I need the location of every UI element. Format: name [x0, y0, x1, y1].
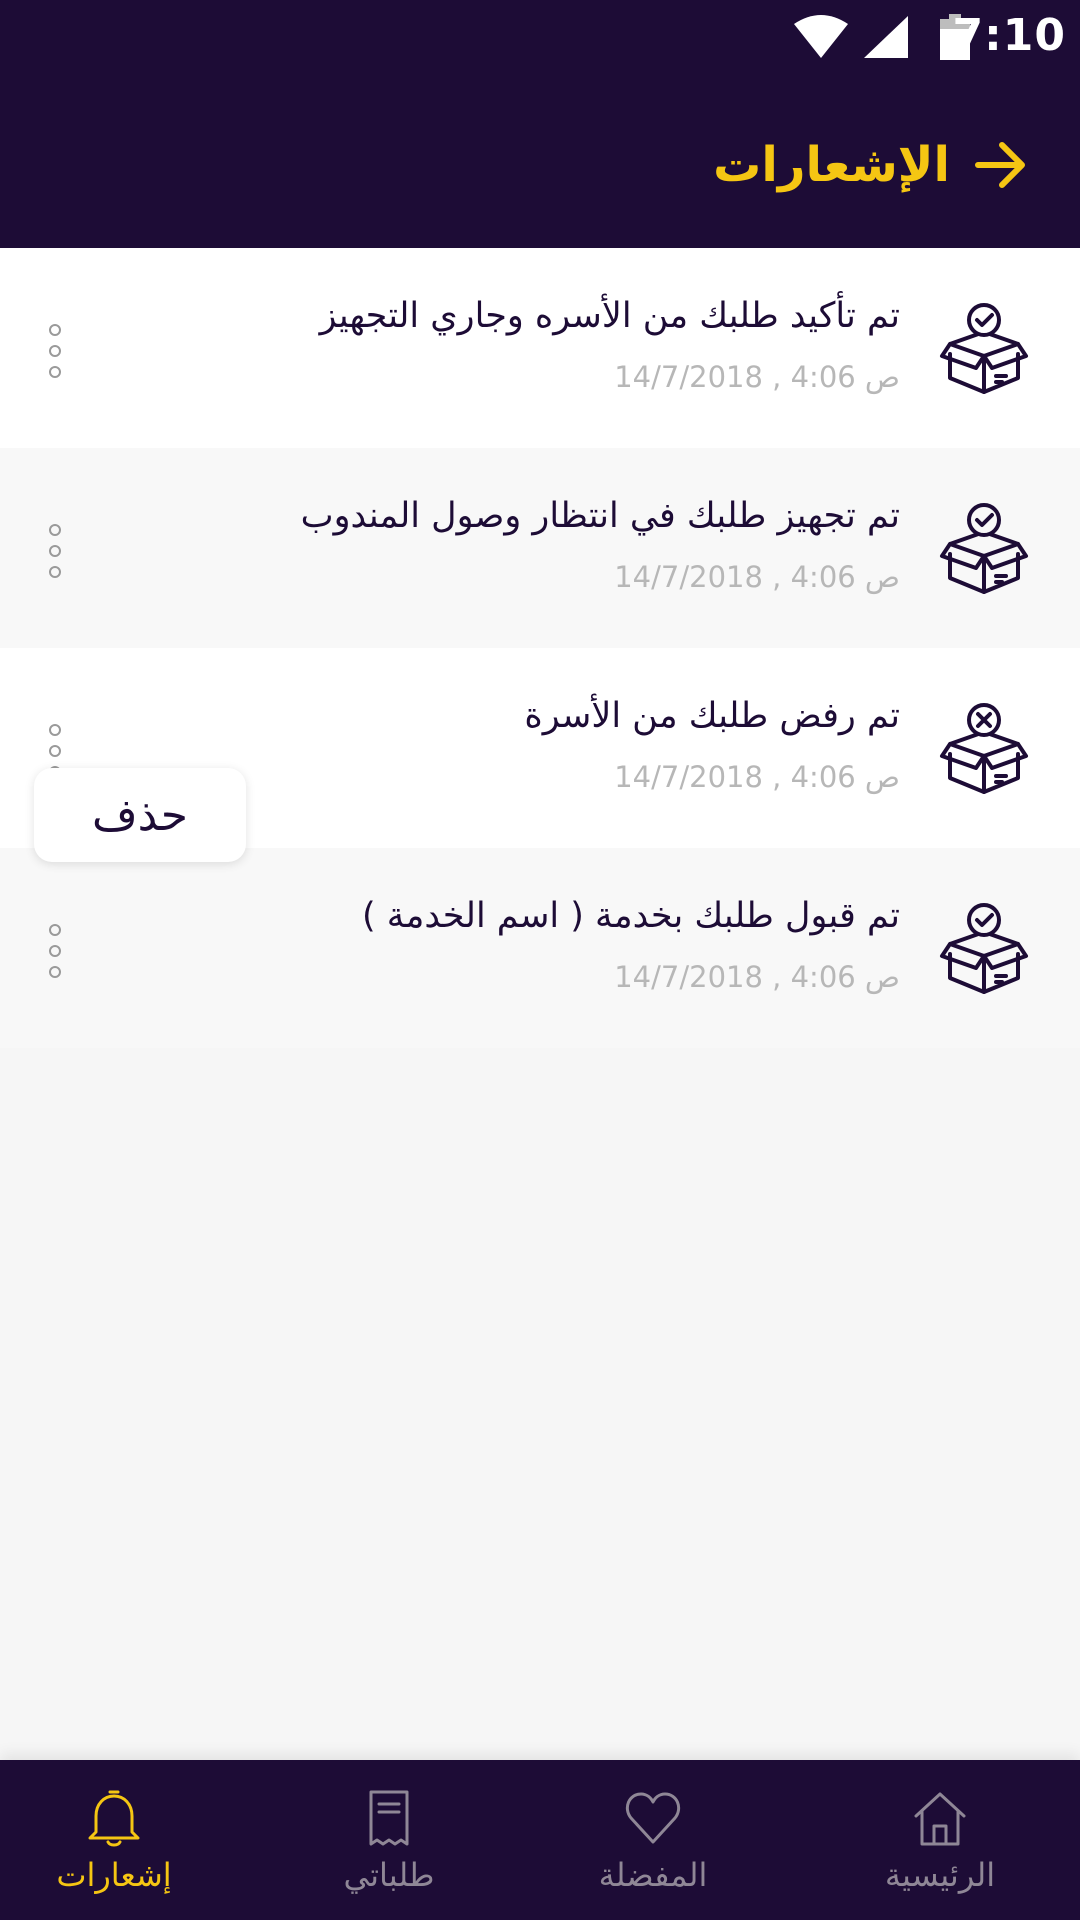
nav-home[interactable]: الرئيسية — [840, 1786, 1040, 1916]
nav-my-orders[interactable]: طلباتي — [289, 1786, 489, 1916]
nav-label: طلباتي — [343, 1856, 435, 1894]
dot — [49, 924, 61, 936]
dot — [49, 545, 61, 557]
nav-label: المفضلة — [598, 1856, 708, 1894]
more-options-button[interactable] — [46, 924, 70, 994]
notification-list: تم تأكيد طلبك من الأسره وجاري التجهيز ص … — [0, 248, 1080, 1048]
more-options-button[interactable] — [46, 324, 70, 394]
notification-title: تم قبول طلبك بخدمة ( اسم الخدمة ) — [362, 896, 900, 936]
box-x-icon — [940, 703, 1028, 794]
nav-label: إشعارات — [56, 1856, 172, 1894]
nav-label: الرئيسية — [884, 1856, 996, 1894]
arrow-right-icon[interactable] — [972, 136, 1030, 194]
notification-date: ص 4:06 , 14/7/2018 — [614, 760, 900, 794]
nav-notifications[interactable]: إشعارات — [14, 1786, 214, 1916]
bell-icon — [88, 1790, 140, 1847]
box-check-icon — [940, 303, 1028, 394]
status-time: 7:10 — [952, 10, 1066, 61]
notification-date: ص 4:06 , 14/7/2018 — [614, 360, 900, 394]
receipt-icon — [369, 1790, 409, 1846]
bottom-navigation: الرئيسية المفضلة طلباتي إشعارات — [0, 1760, 1080, 1920]
wifi-icon — [794, 15, 848, 58]
box-check-icon — [940, 903, 1028, 994]
title-bar: الإشعارات — [713, 120, 1030, 210]
home-icon — [914, 1792, 966, 1846]
notification-item[interactable]: تم تجهيز طلبك في انتظار وصول المندوب ص 4… — [0, 448, 1080, 648]
box-check-icon — [940, 503, 1028, 594]
notification-date: ص 4:06 , 14/7/2018 — [614, 560, 900, 594]
dot — [49, 324, 61, 336]
notification-title: تم تجهيز طلبك في انتظار وصول المندوب — [300, 496, 900, 536]
notification-item[interactable]: تم تأكيد طلبك من الأسره وجاري التجهيز ص … — [0, 248, 1080, 448]
heart-icon — [625, 1792, 681, 1844]
signal-icon — [864, 16, 908, 58]
notifications-screen: 7:10 الإشعارات تم تأكيد طلبك من الأسره و… — [0, 0, 1080, 1920]
notification-date: ص 4:06 , 14/7/2018 — [614, 960, 900, 994]
dot — [49, 366, 61, 378]
app-header: 7:10 الإشعارات — [0, 0, 1080, 248]
dot — [49, 566, 61, 578]
dot — [49, 945, 61, 957]
dot — [49, 724, 61, 736]
dot — [49, 966, 61, 978]
notification-title: تم تأكيد طلبك من الأسره وجاري التجهيز — [319, 296, 900, 336]
dot — [49, 745, 61, 757]
nav-favorites[interactable]: المفضلة — [553, 1786, 753, 1916]
notification-title: تم رفض طلبك من الأسرة — [524, 696, 900, 736]
delete-popup-menu: حذف — [34, 768, 246, 862]
page-title: الإشعارات — [713, 137, 950, 193]
status-bar: 7:10 — [0, 0, 1080, 76]
delete-menu-item[interactable]: حذف — [92, 790, 188, 841]
dot — [49, 524, 61, 536]
more-options-button[interactable] — [46, 524, 70, 594]
notification-item[interactable]: تم قبول طلبك بخدمة ( اسم الخدمة ) ص 4:06… — [0, 848, 1080, 1048]
dot — [49, 345, 61, 357]
